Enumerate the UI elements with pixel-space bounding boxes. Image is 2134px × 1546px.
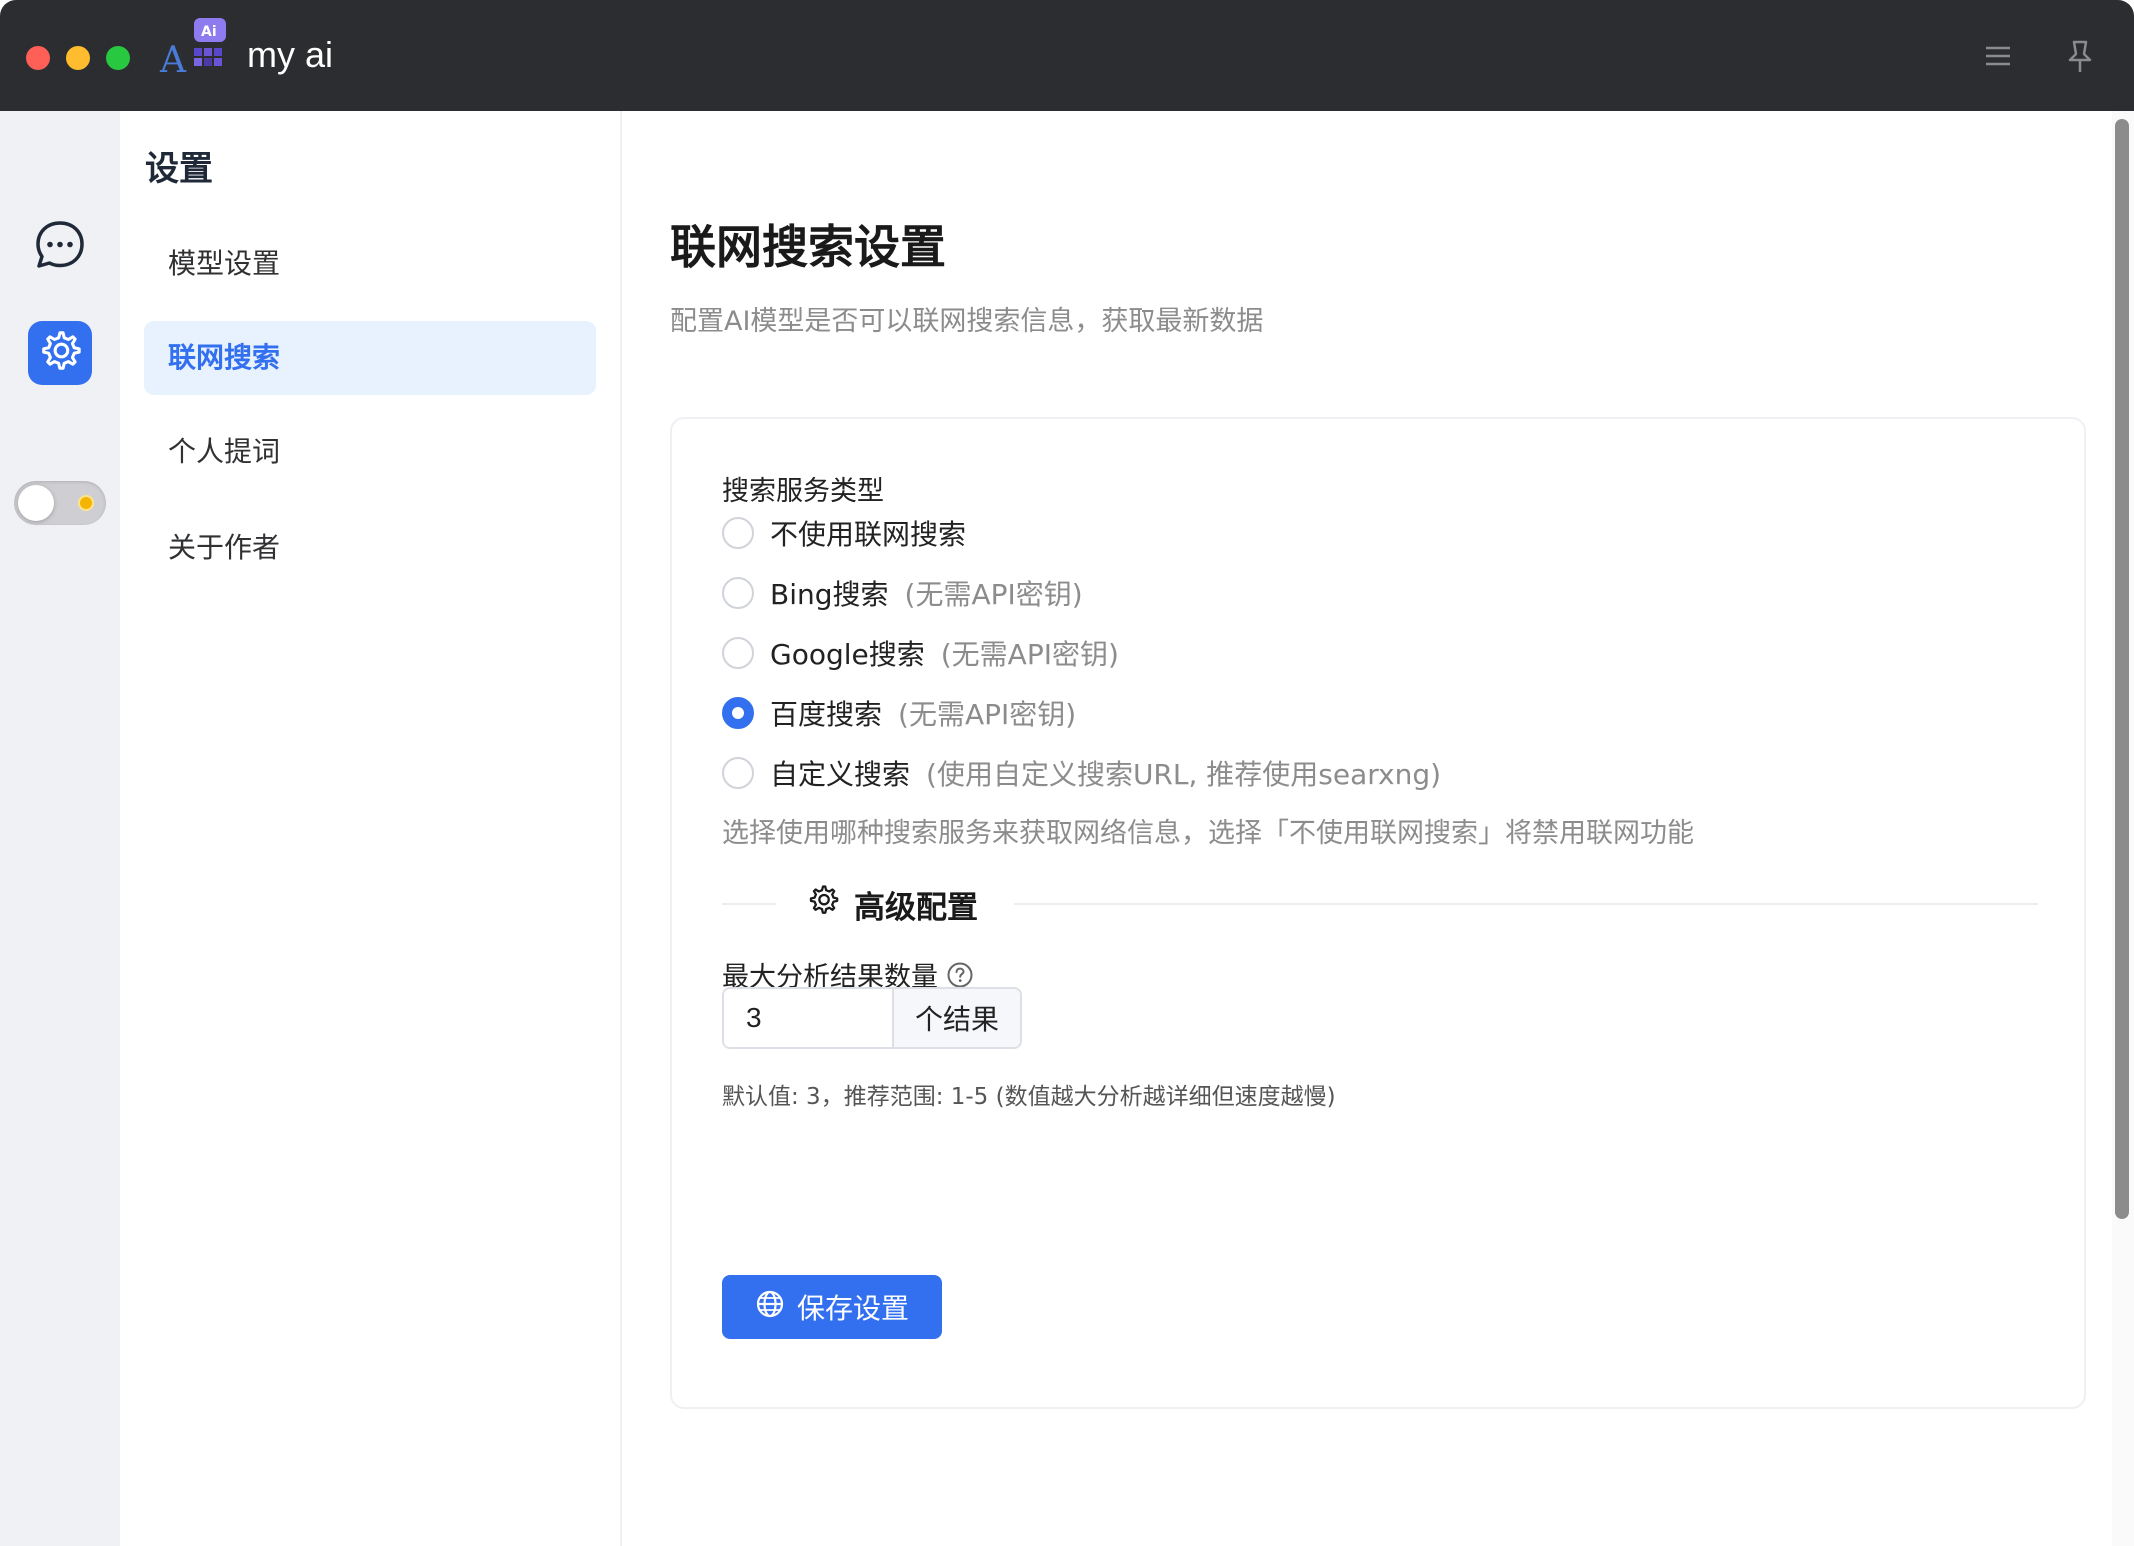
max-results-suffix: 个结果 (892, 989, 1020, 1047)
radio-hint: (无需API密钥) (898, 698, 1077, 731)
nav-item-personal-prompts[interactable]: 个人提词 (144, 415, 596, 489)
vertical-scrollbar[interactable] (2112, 111, 2134, 1546)
save-settings-button[interactable]: 保存设置 (722, 1275, 942, 1339)
radio-option-none[interactable]: 不使用联网搜索 (722, 513, 966, 553)
page-subtitle: 配置AI模型是否可以联网搜索信息，获取最新数据 (670, 306, 1264, 337)
radio-option-google[interactable]: Google搜索 (无需API密钥) (722, 633, 1119, 673)
advanced-section-heading: 高级配置 (806, 879, 978, 929)
radio-label: Google搜索 (770, 638, 925, 671)
settings-card: 搜索服务类型 不使用联网搜索 Bing搜索 (无需API密钥) Google搜索… (670, 417, 2086, 1409)
radio-option-baidu[interactable]: 百度搜索 (无需API密钥) (722, 693, 1076, 733)
sun-icon (80, 497, 92, 509)
search-type-help: 选择使用哪种搜索服务来获取网络信息，选择「不使用联网搜索」将禁用联网功能 (722, 818, 1694, 849)
menu-icon[interactable] (1978, 38, 2018, 74)
app-window: A Ai my ai 设置 模型设置 联网搜索 个人提词 关于作者 联网搜索设置… (0, 0, 2134, 1546)
rail-chat-button[interactable] (28, 215, 92, 279)
scrollbar-thumb[interactable] (2115, 119, 2129, 1219)
question-circle-icon[interactable] (946, 961, 974, 989)
max-results-input-group: 个结果 (722, 987, 1022, 1049)
radio-button[interactable] (722, 577, 754, 609)
radio-hint: (无需API密钥) (940, 638, 1119, 671)
max-results-note: 默认值: 3，推荐范围: 1-5 (数值越大分析越详细但速度越慢) (722, 1084, 1336, 1110)
gear-icon (806, 883, 840, 925)
advanced-divider: 高级配置 (722, 879, 2038, 929)
logo-badge: Ai (201, 24, 217, 40)
radio-hint: (使用自定义搜索URL, 推荐使用searxng) (926, 758, 1442, 791)
radio-button-checked[interactable] (722, 697, 754, 729)
settings-nav: 设置 模型设置 联网搜索 个人提词 关于作者 (120, 111, 622, 1546)
max-results-input[interactable] (724, 989, 892, 1047)
radio-label: 不使用联网搜索 (770, 518, 967, 551)
app-title: my ai (247, 34, 334, 75)
main-content: 联网搜索设置 配置AI模型是否可以联网搜索信息，获取最新数据 搜索服务类型 不使… (622, 111, 2112, 1546)
advanced-title: 高级配置 (854, 889, 978, 926)
radio-option-custom[interactable]: 自定义搜索 (使用自定义搜索URL, 推荐使用searxng) (722, 753, 1441, 793)
radio-option-bing[interactable]: Bing搜索 (无需API密钥) (722, 573, 1083, 613)
nav-title: 设置 (145, 149, 213, 189)
toggle-knob (18, 485, 54, 521)
radio-button[interactable] (722, 517, 754, 549)
nav-item-about-author[interactable]: 关于作者 (144, 511, 596, 585)
logo-letter: A (159, 40, 187, 76)
radio-label: 百度搜索 (770, 698, 883, 731)
radio-label: 自定义搜索 (770, 758, 911, 791)
pin-icon[interactable] (2060, 38, 2100, 74)
radio-button[interactable] (722, 637, 754, 669)
close-window-button[interactable] (26, 46, 50, 70)
save-button-label: 保存设置 (796, 1293, 909, 1324)
gear-icon (37, 328, 83, 378)
rail-settings-button[interactable] (28, 321, 92, 385)
globe-icon (755, 1289, 797, 1326)
radio-label: Bing搜索 (770, 578, 889, 611)
app-logo: A Ai (156, 18, 228, 81)
radio-button[interactable] (722, 757, 754, 789)
divider-line (1014, 903, 2038, 905)
divider-line (722, 903, 776, 905)
minimize-window-button[interactable] (66, 46, 90, 70)
chat-bubble-icon (34, 219, 86, 275)
nav-item-web-search[interactable]: 联网搜索 (144, 321, 596, 395)
nav-item-model-settings[interactable]: 模型设置 (144, 227, 596, 301)
title-bar: A Ai my ai (0, 0, 2134, 111)
theme-toggle[interactable] (14, 481, 106, 525)
maximize-window-button[interactable] (106, 46, 130, 70)
search-type-label: 搜索服务类型 (722, 476, 884, 507)
radio-hint: (无需API密钥) (904, 578, 1083, 611)
icon-rail (0, 111, 120, 1546)
page-title: 联网搜索设置 (670, 220, 946, 274)
